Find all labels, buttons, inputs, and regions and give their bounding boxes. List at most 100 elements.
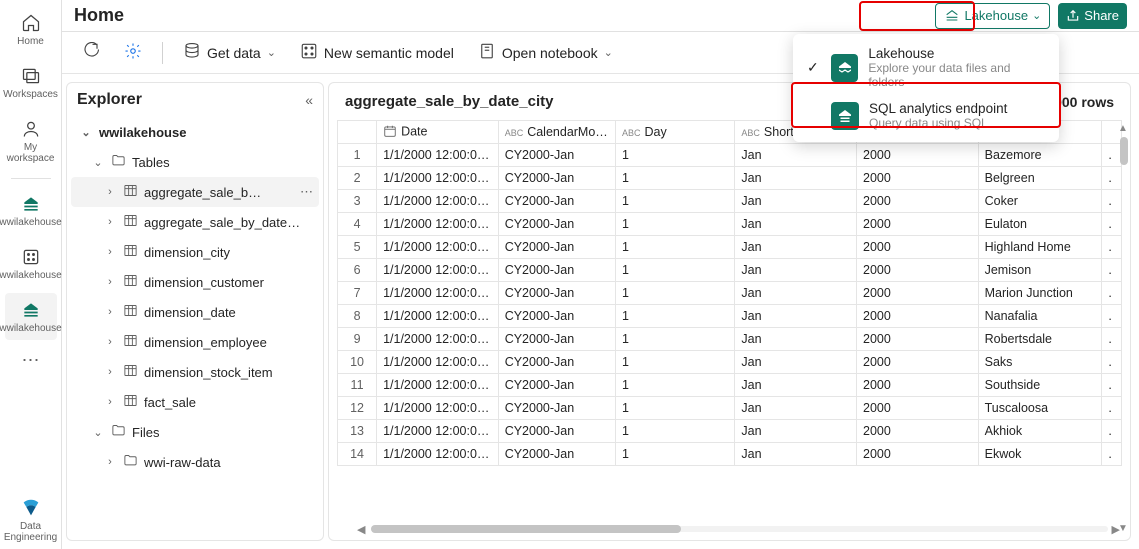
cell[interactable]: 2000 [857,213,979,236]
cell[interactable]: CY2000-Jan [498,144,615,167]
cell[interactable]: 1/1/2000 12:00:0… [377,213,499,236]
dropdown-item-sql-endpoint[interactable]: SQL analytics endpoint Query data using … [793,95,1059,136]
cell[interactable]: 1/1/2000 12:00:0… [377,259,499,282]
cell[interactable]: Jan [735,420,857,443]
scroll-down-icon[interactable]: ▼ [1118,523,1128,534]
cell[interactable]: Jan [735,167,857,190]
cell[interactable]: 2000 [857,305,979,328]
table-row[interactable]: 101/1/2000 12:00:0…CY2000-Jan1Jan2000Sak… [338,351,1122,374]
column-header[interactable]: Date [377,121,499,144]
cell[interactable]: Jan [735,190,857,213]
table-row[interactable]: 11/1/2000 12:00:0…CY2000-Jan1Jan2000Baze… [338,144,1122,167]
tree-table-item[interactable]: › dimension_city [71,237,319,267]
cell[interactable]: 1 [615,213,734,236]
settings-button[interactable] [116,38,150,68]
cell[interactable]: Ekwok [978,443,1102,466]
rail-data-engineering[interactable]: Data Engineering [5,491,57,549]
cell[interactable]: 2000 [857,282,979,305]
cell[interactable]: 1 [615,374,734,397]
cell[interactable]: 1/1/2000 12:00:0… [377,282,499,305]
lakehouse-mode-dropdown[interactable]: Lakehouse ⌄ [935,3,1050,29]
cell[interactable]: 1/1/2000 12:00:0… [377,144,499,167]
cell[interactable]: 2000 [857,374,979,397]
table-row[interactable]: 31/1/2000 12:00:0…CY2000-Jan1Jan2000Coke… [338,190,1122,213]
cell[interactable]: Akhiok [978,420,1102,443]
cell[interactable]: 1 [615,351,734,374]
cell[interactable]: CY2000-Jan [498,397,615,420]
cell[interactable]: Robertsdale [978,328,1102,351]
cell[interactable]: 1/1/2000 12:00:0… [377,374,499,397]
cell[interactable]: Bazemore [978,144,1102,167]
cell[interactable]: CY2000-Jan [498,420,615,443]
cell[interactable]: 1/1/2000 12:00:0… [377,190,499,213]
cell[interactable]: 2000 [857,443,979,466]
horizontal-scrollbar[interactable]: ◀ ▶ [337,524,1122,534]
cell[interactable]: 1/1/2000 12:00:0… [377,236,499,259]
cell[interactable]: 2000 [857,420,979,443]
rail-overflow[interactable]: ⋯ [22,346,40,375]
cell[interactable]: 1/1/2000 12:00:0… [377,167,499,190]
cell[interactable]: 2000 [857,397,979,420]
table-row[interactable]: 51/1/2000 12:00:0…CY2000-Jan1Jan2000High… [338,236,1122,259]
cell[interactable]: 1 [615,259,734,282]
cell[interactable]: Tuscaloosa [978,397,1102,420]
cell[interactable]: 2000 [857,259,979,282]
cell[interactable]: Nanafalia [978,305,1102,328]
table-row[interactable]: 71/1/2000 12:00:0…CY2000-Jan1Jan2000Mari… [338,282,1122,305]
scroll-up-icon[interactable]: ▲ [1118,123,1128,134]
cell[interactable]: CY2000-Jan [498,443,615,466]
cell[interactable]: Highland Home [978,236,1102,259]
cell[interactable]: Jan [735,374,857,397]
tree-folder-tables[interactable]: ⌄ Tables [71,147,319,177]
tree-table-item[interactable]: › aggregate_sale_b…⋯ [71,177,319,207]
cell[interactable]: 1 [615,443,734,466]
cell[interactable]: 1/1/2000 12:00:0… [377,351,499,374]
table-row[interactable]: 21/1/2000 12:00:0…CY2000-Jan1Jan2000Belg… [338,167,1122,190]
cell[interactable]: 1/1/2000 12:00:0… [377,305,499,328]
table-row[interactable]: 121/1/2000 12:00:0…CY2000-Jan1Jan2000Tus… [338,397,1122,420]
h-scroll-thumb[interactable] [371,525,681,533]
cell[interactable]: 2000 [857,328,979,351]
cell[interactable]: Jan [735,144,857,167]
cell[interactable]: 1 [615,144,734,167]
cell[interactable]: 2000 [857,190,979,213]
cell[interactable]: 2000 [857,144,979,167]
rail-lakehouse-1[interactable]: wwilakehouse [5,187,57,234]
cell[interactable]: 1/1/2000 12:00:0… [377,397,499,420]
cell[interactable]: Jan [735,305,857,328]
tree-table-item[interactable]: › fact_sale [71,387,319,417]
cell[interactable]: Saks [978,351,1102,374]
cell[interactable]: Jan [735,236,857,259]
cell[interactable]: Jan [735,443,857,466]
share-button[interactable]: Share [1058,3,1127,29]
cell[interactable]: 1 [615,397,734,420]
refresh-button[interactable] [74,38,108,68]
cell[interactable]: CY2000-Jan [498,259,615,282]
column-header[interactable]: ABCDay [615,121,734,144]
column-header[interactable]: ABCCalendarMo… [498,121,615,144]
cell[interactable]: 1 [615,190,734,213]
collapse-panel-icon[interactable]: « [305,92,313,108]
cell[interactable]: Jan [735,328,857,351]
cell[interactable]: CY2000-Jan [498,236,615,259]
cell[interactable]: CY2000-Jan [498,190,615,213]
cell[interactable]: CY2000-Jan [498,328,615,351]
rail-home[interactable]: Home [5,6,57,53]
tree-table-item[interactable]: › dimension_employee [71,327,319,357]
cell[interactable]: CY2000-Jan [498,282,615,305]
table-row[interactable]: 41/1/2000 12:00:0…CY2000-Jan1Jan2000Eula… [338,213,1122,236]
cell[interactable]: Marion Junction [978,282,1102,305]
rail-lakehouse-2[interactable]: wwilakehouse [5,240,57,287]
cell[interactable]: 1 [615,282,734,305]
table-row[interactable]: 61/1/2000 12:00:0…CY2000-Jan1Jan2000Jemi… [338,259,1122,282]
table-row[interactable]: 131/1/2000 12:00:0…CY2000-Jan1Jan2000Akh… [338,420,1122,443]
new-semantic-model-button[interactable]: New semantic model [292,38,462,68]
tree-table-item[interactable]: › dimension_customer [71,267,319,297]
cell[interactable]: 2000 [857,351,979,374]
cell[interactable]: Jan [735,259,857,282]
cell[interactable]: 1/1/2000 12:00:0… [377,443,499,466]
cell[interactable]: 2000 [857,236,979,259]
cell[interactable]: 1 [615,420,734,443]
more-icon[interactable]: ⋯ [300,184,315,200]
cell[interactable]: 1 [615,236,734,259]
